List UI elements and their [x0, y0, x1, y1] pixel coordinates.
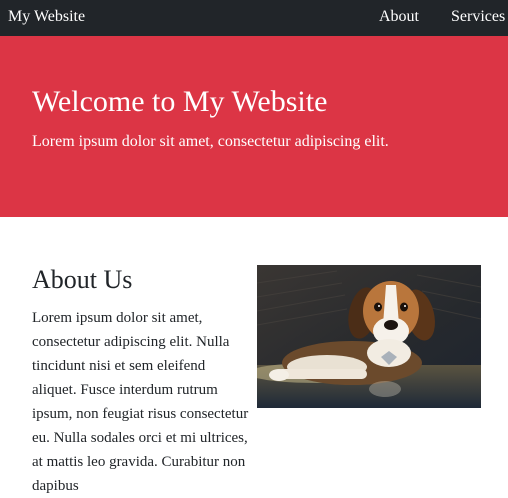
brand-link[interactable]: My Website — [8, 7, 85, 27]
hero-subtitle: Lorem ipsum dolor sit amet, consectetur … — [32, 133, 389, 150]
about-heading: About Us — [32, 265, 133, 294]
dog-photo — [257, 265, 481, 408]
hero-banner: Welcome to My Website Lorem ipsum dolor … — [0, 36, 508, 217]
top-navbar: My Website About Services — [0, 0, 508, 36]
nav-link-services[interactable]: Services — [451, 7, 505, 27]
about-paragraph: Lorem ipsum dolor sit amet, consectetur … — [32, 310, 249, 494]
hero-title: Welcome to My Website — [32, 85, 328, 118]
nav-link-about[interactable]: About — [379, 7, 419, 27]
dog-illustration — [257, 265, 481, 408]
